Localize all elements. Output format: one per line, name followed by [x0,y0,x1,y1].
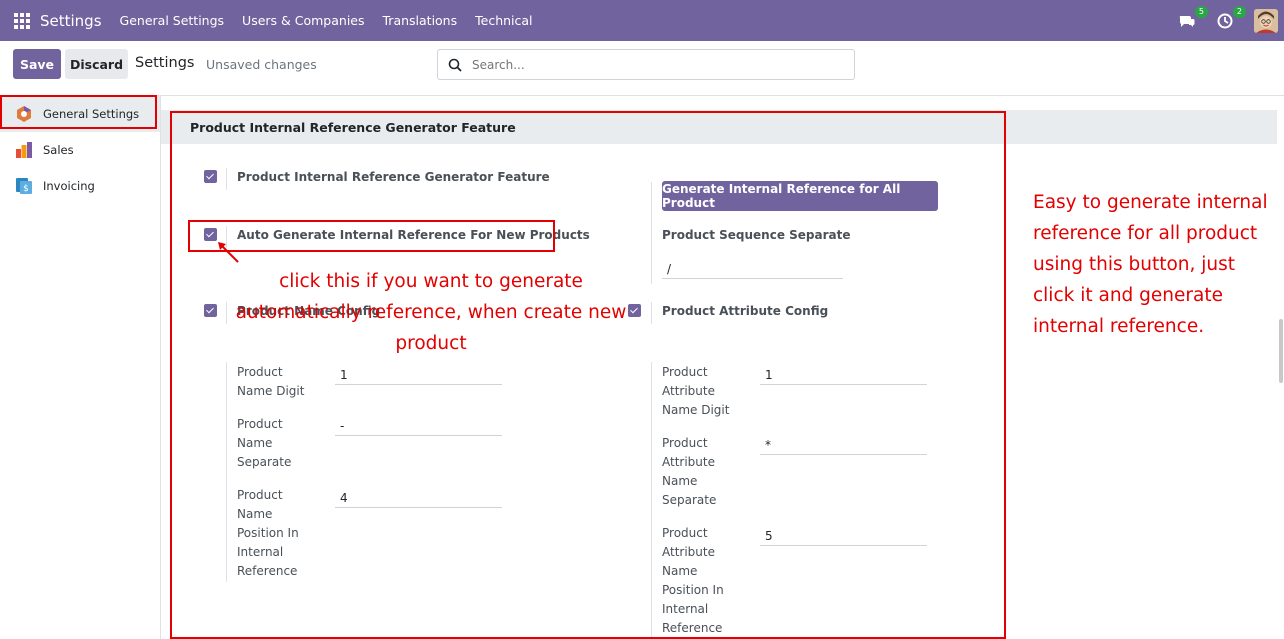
menu-general-settings[interactable]: General Settings [120,13,225,28]
user-avatar[interactable] [1254,8,1278,33]
avatar-icon [1254,8,1278,33]
generate-button-annotation: Easy to generate internal reference for … [1033,192,1268,337]
auto-generate-annotation: click this if you want to generate autom… [235,271,627,354]
invoicing-app-icon: $ [16,178,32,194]
messages-button[interactable]: 5 [1178,5,1208,30]
sidebar-item-invoicing[interactable]: $ Invoicing [0,168,160,204]
activities-button[interactable]: 2 [1216,5,1246,30]
app-grid-icon[interactable] [14,12,30,29]
discard-button[interactable]: Discard [65,49,128,79]
menu-users-companies[interactable]: Users & Companies [242,13,364,28]
scrollbar[interactable] [1279,319,1283,383]
svg-text:$: $ [23,184,29,194]
messages-badge: 5 [1194,5,1208,18]
menu-translations[interactable]: Translations [383,13,458,28]
sidebar-item-label: Invoicing [43,179,95,193]
highlight-general-settings [0,95,157,129]
app-title[interactable]: Settings [40,12,102,30]
sidebar-item-label: Sales [43,143,74,157]
settings-sidebar: General Settings Sales $ Invoicing [0,96,161,639]
chat-icon [1179,15,1195,27]
arrow-icon [218,242,239,263]
activities-badge: 2 [1232,5,1246,18]
top-navbar: Settings General Settings Users & Compan… [0,0,1284,41]
sales-app-icon [16,142,32,158]
control-panel: Save Discard Settings Unsaved changes [0,41,1284,96]
save-button[interactable]: Save [13,49,61,79]
unsaved-indicator: Unsaved changes [206,57,317,72]
search-box[interactable] [437,49,855,80]
menu-technical[interactable]: Technical [475,13,532,28]
search-icon [448,58,462,72]
highlight-feature-section [170,111,1006,639]
search-input[interactable] [472,57,842,72]
sidebar-item-sales[interactable]: Sales [0,132,160,168]
clock-icon [1217,13,1233,28]
breadcrumb: Settings [135,55,195,71]
